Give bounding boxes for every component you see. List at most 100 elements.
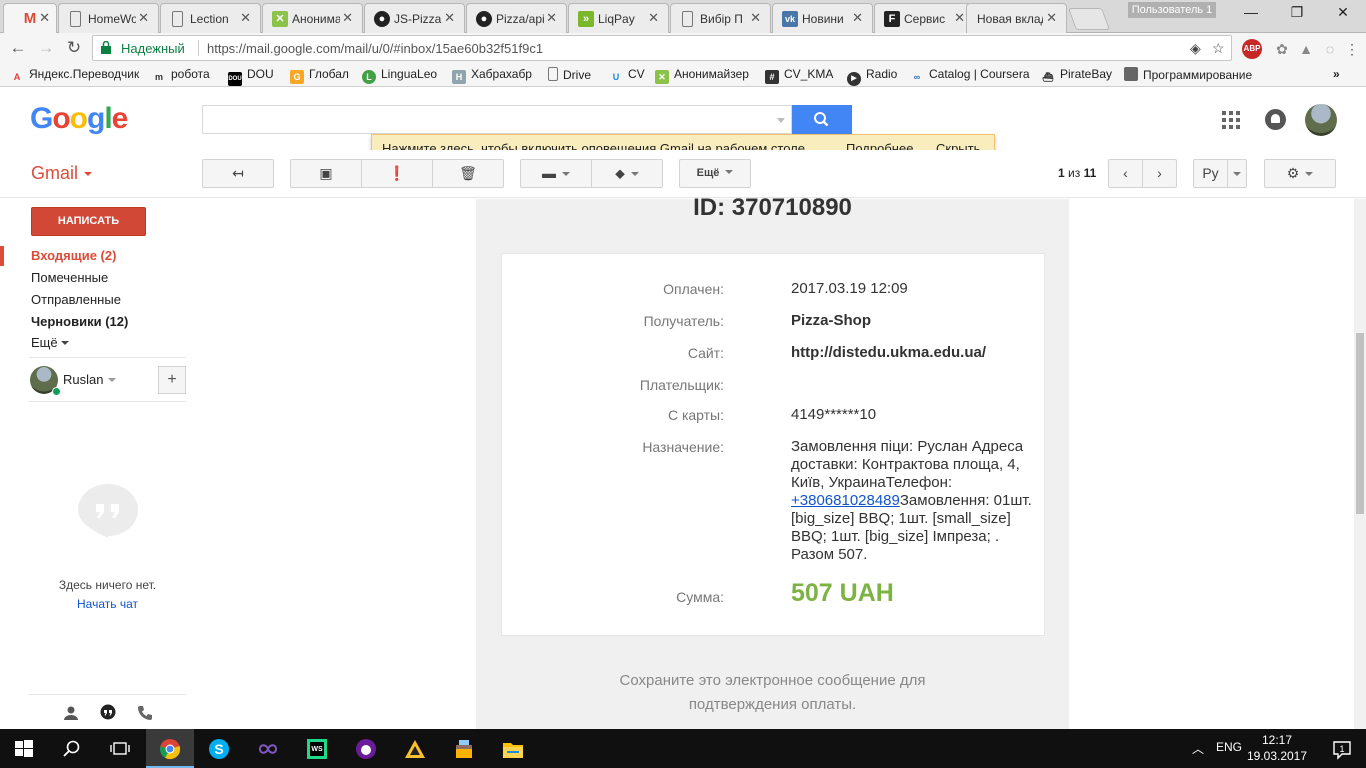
input-tools-button[interactable]: Ру <box>1193 159 1228 188</box>
input-language[interactable]: ENG <box>1216 740 1242 754</box>
maximize-button[interactable]: ❐ <box>1274 4 1320 24</box>
contacts-person-icon[interactable] <box>62 704 80 722</box>
scrollbar-thumb[interactable] <box>1356 333 1364 514</box>
back-to-inbox-button[interactable]: ↤ <box>202 159 274 188</box>
task-view-button[interactable] <box>96 729 144 768</box>
close-tab-icon[interactable]: ✕ <box>444 10 455 26</box>
bookmark-cv[interactable]: U CV <box>609 67 645 84</box>
gmail-menu-button[interactable]: Gmail <box>31 163 92 184</box>
archive-button[interactable]: ▣ <box>290 159 362 188</box>
close-tab-icon[interactable]: ✕ <box>852 10 863 26</box>
bookmark-piratebay[interactable]: ⛴ PirateBay <box>1041 67 1112 84</box>
close-tab-icon[interactable]: ✕ <box>138 10 149 26</box>
tab-js-pizza[interactable]: ● JS-Pizza ✕ <box>364 3 465 33</box>
bookmark-lingualeo[interactable]: L LinguaLeo <box>362 67 437 84</box>
bookmark-global[interactable]: G Глобал <box>290 67 349 84</box>
start-chat-link[interactable]: Начать чат <box>29 597 186 611</box>
paw-extension-icon[interactable]: ✿ <box>1272 39 1292 59</box>
input-tools-dropdown[interactable] <box>1227 159 1247 188</box>
bookmark-radio[interactable]: ▶ Radio <box>847 67 897 86</box>
tab-pizza-api[interactable]: ● Pizza/api ✕ <box>466 3 567 33</box>
nav-inbox[interactable]: Входящие (2) <box>31 248 116 263</box>
taskbar-webstorm[interactable]: WS <box>293 729 341 768</box>
bookmark-yandex-translate[interactable]: A Яндекс.Переводчик <box>10 67 139 84</box>
older-button[interactable]: › <box>1142 159 1177 188</box>
phone-link[interactable]: +380681028489 <box>791 492 900 509</box>
forward-button[interactable]: → <box>35 38 57 58</box>
tray-chevron-up-icon[interactable]: ︿ <box>1192 740 1204 757</box>
account-avatar[interactable] <box>1305 104 1337 136</box>
more-actions-button[interactable]: Ещё <box>679 159 751 188</box>
search-input[interactable] <box>202 105 792 134</box>
tab-homework[interactable]: HomeWork ✕ <box>58 3 159 33</box>
close-tab-icon[interactable]: ✕ <box>546 10 557 26</box>
nav-more[interactable]: Ещё <box>31 335 69 350</box>
tab-service[interactable]: F Сервис ✕ <box>874 3 975 33</box>
address-bar[interactable]: Надежный https://mail.google.com/mail/u/… <box>92 35 1232 61</box>
nav-starred[interactable]: Помеченные <box>31 270 108 285</box>
taskbar-skype[interactable]: S <box>195 729 243 768</box>
system-clock[interactable]: 12:17 19.03.2017 <box>1244 732 1310 764</box>
apps-grid-icon[interactable] <box>1222 111 1240 129</box>
tab-news[interactable]: vk Новини ✕ <box>772 3 873 33</box>
nav-sent[interactable]: Отправленные <box>31 292 121 307</box>
translate-icon[interactable]: ◈ <box>1190 40 1201 57</box>
bookmark-robota[interactable]: m робота <box>152 67 210 84</box>
extension-icon[interactable]: ◌ <box>1320 39 1340 59</box>
bookmark-anonymizer[interactable]: ✕ Анонимайзер <box>655 67 749 84</box>
nav-drafts[interactable]: Черновики (12) <box>31 314 128 329</box>
move-to-button[interactable]: ▬ <box>520 159 592 188</box>
bookmark-cv-kma[interactable]: # CV_KMA <box>765 67 833 84</box>
report-spam-button[interactable]: ❗ <box>361 159 433 188</box>
taskbar-app-cat[interactable] <box>342 729 390 768</box>
taskbar-file-explorer[interactable] <box>489 729 537 768</box>
profile-badge[interactable]: Пользователь 1 <box>1128 2 1216 18</box>
hangouts-user-name[interactable]: Ruslan <box>63 372 103 387</box>
reload-button[interactable]: ↻ <box>63 38 85 58</box>
bookmark-star-icon[interactable]: ☆ <box>1212 40 1225 57</box>
bookmark-drive[interactable]: Drive <box>548 67 591 82</box>
tab-liqpay[interactable]: » LiqPay ✕ <box>568 3 669 33</box>
close-tab-icon[interactable]: ✕ <box>750 10 761 26</box>
close-window-button[interactable]: ✕ <box>1320 4 1366 24</box>
taskbar-app-infinity[interactable] <box>244 729 292 768</box>
search-options-dropdown[interactable] <box>777 118 785 123</box>
bookmark-habrahabr[interactable]: H Хабрахабр <box>452 67 532 84</box>
chevron-down-icon[interactable] <box>108 378 116 382</box>
tab-anonymizer[interactable]: ✕ Анонимайзер ✕ <box>262 3 363 33</box>
taskbar-app-package[interactable] <box>440 729 488 768</box>
close-tab-icon[interactable]: ✕ <box>39 10 50 26</box>
google-logo[interactable]: Google <box>30 102 128 136</box>
bookmark-coursera[interactable]: ∞ Catalog | Coursera <box>910 67 1030 84</box>
tab-lection[interactable]: Lection ✕ <box>160 3 261 33</box>
close-tab-icon[interactable]: ✕ <box>342 10 353 26</box>
new-tab-button[interactable] <box>1067 8 1111 30</box>
close-tab-icon[interactable]: ✕ <box>240 10 251 26</box>
new-chat-button[interactable]: + <box>158 366 186 394</box>
search-button[interactable] <box>792 105 852 134</box>
tab-gmail[interactable]: M ✕ <box>3 3 57 33</box>
chrome-menu-icon[interactable]: ⋮ <box>1342 39 1362 59</box>
bookmarks-overflow-button[interactable]: » <box>1333 67 1340 81</box>
close-tab-icon[interactable]: ✕ <box>648 10 659 26</box>
close-tab-icon[interactable]: ✕ <box>1046 10 1057 26</box>
taskbar-app-triangle[interactable] <box>391 729 439 768</box>
adblock-icon[interactable]: ABP <box>1242 39 1262 59</box>
notifications-bell-icon[interactable] <box>1265 109 1286 130</box>
hangouts-chat-icon[interactable] <box>99 704 117 722</box>
back-button[interactable]: ← <box>7 38 29 58</box>
bookmark-folder-programming[interactable]: Программирование <box>1124 67 1252 82</box>
action-center-button[interactable]: 1 <box>1318 729 1366 768</box>
labels-button[interactable]: ⬥ <box>591 159 663 188</box>
search-taskbar-button[interactable] <box>48 729 96 768</box>
settings-button[interactable]: ⚙ <box>1264 159 1336 188</box>
url-text[interactable]: https://mail.google.com/mail/u/0/#inbox/… <box>207 41 543 56</box>
bookmark-dou[interactable]: DOU DOU <box>228 67 274 86</box>
taskbar-chrome[interactable] <box>146 729 194 768</box>
compose-button[interactable]: НАПИСАТЬ <box>31 207 146 236</box>
close-tab-icon[interactable]: ✕ <box>954 10 965 26</box>
phone-icon[interactable] <box>136 704 154 722</box>
newer-button[interactable]: ‹ <box>1108 159 1143 188</box>
start-button[interactable] <box>0 729 48 768</box>
drive-extension-icon[interactable]: ▲ <box>1296 39 1316 59</box>
